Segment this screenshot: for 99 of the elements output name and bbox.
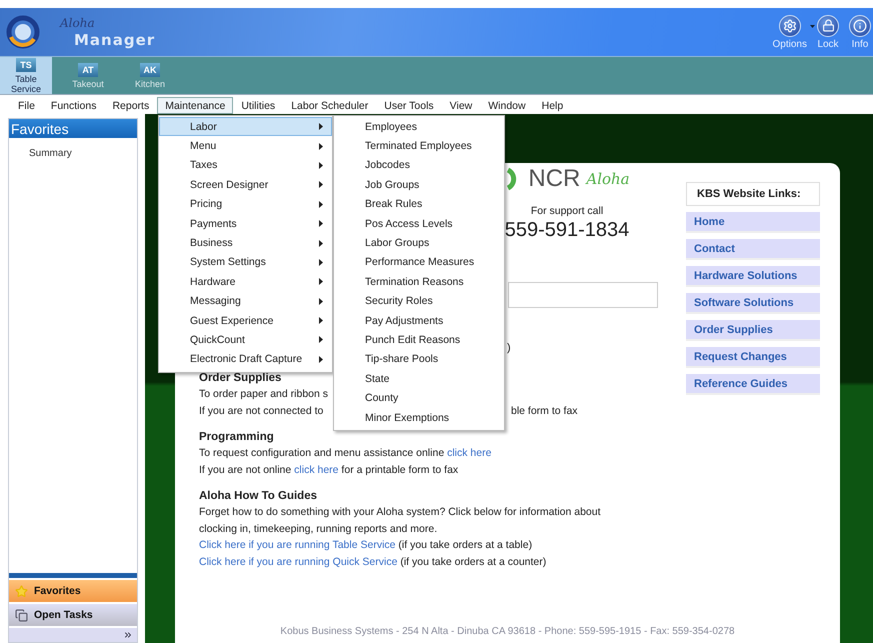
submenu-arrow-icon [319, 162, 323, 169]
quick-launch-button[interactable]: TS Table Service [0, 57, 52, 94]
dropdown-item[interactable]: Electronic Draft Capture [159, 350, 332, 370]
link[interactable]: Click here if you are running Table Service [199, 539, 396, 551]
body-text: clocking in, timekeeping, running reports and more. [199, 522, 438, 536]
submenu-arrow-icon [319, 220, 323, 228]
submenu-item[interactable]: Security Roles [334, 292, 504, 311]
submenu-arrow-icon [319, 200, 323, 208]
footer-text: Kobus Business Systems - 254 N Alta - Dinuba CA 93618 - Phone: 559-595-1915 - Fax: 559-354-0278 [279, 626, 736, 637]
menubar-entry[interactable]: File [10, 97, 43, 114]
submenu-arrow-icon [319, 258, 323, 266]
logo-script: Aloha [60, 16, 96, 28]
website-link[interactable]: Hardware Solutions [686, 266, 820, 287]
lock-icon [817, 14, 839, 36]
chevrons-right-icon[interactable] [123, 630, 133, 640]
info-icon [849, 14, 871, 36]
section-heading: Order Supplies [199, 371, 282, 386]
caret-icon [810, 24, 815, 28]
submenu-arrow-icon [319, 123, 323, 130]
dropdown-item[interactable]: QuickCount [159, 330, 332, 350]
submenu-arrow-icon [319, 181, 323, 188]
support-phone: 559-591-1834 [504, 219, 630, 242]
menubar-entry[interactable]: Reports [104, 97, 158, 114]
nav-button[interactable]: Open Tasks [9, 604, 137, 626]
submenu-arrow-icon [319, 240, 323, 247]
submenu-item[interactable]: Pay Adjustments [334, 310, 504, 330]
submenu-item[interactable]: Labor Groups [334, 233, 504, 253]
dropdown-item[interactable]: Labor [159, 117, 332, 136]
submenu-item[interactable]: Terminated Employees [334, 136, 504, 156]
dropdown-item[interactable]: Business [159, 233, 332, 253]
submenu-item[interactable]: Tip-share Pools [334, 350, 504, 370]
windows-icon [15, 608, 28, 622]
link[interactable]: click here [447, 447, 492, 459]
body-text: Click here if you are running Table Service (if you take orders at a table) [199, 538, 532, 553]
submenu-arrow-icon [319, 298, 323, 305]
dropdown-item[interactable]: Pricing [159, 194, 332, 214]
menubar-entry[interactable]: View [442, 97, 480, 114]
settings-icon [778, 14, 801, 36]
body-text: If you are not online click here for a printable form to fax [199, 462, 458, 478]
dropdown-item[interactable]: Messaging [159, 292, 332, 311]
website-link[interactable]: Order Supplies [686, 320, 820, 341]
submenu-item[interactable]: Pos Access Levels [334, 214, 504, 234]
website-link[interactable]: Reference Guides [686, 374, 820, 395]
submenu-item[interactable]: Break Rules [334, 194, 504, 214]
submenu-item[interactable]: Jobcodes [334, 156, 504, 176]
dropdown-item[interactable]: Payments [159, 214, 332, 234]
logo-icon [6, 15, 40, 49]
dropdown-item[interactable]: Menu [159, 136, 332, 156]
submenu-item[interactable]: Employees [334, 117, 504, 136]
website-link[interactable]: Home [686, 212, 820, 233]
submenu-item[interactable]: Termination Reasons [334, 272, 504, 292]
dropdown-item[interactable]: Screen Designer [159, 175, 332, 195]
sidebar-item[interactable]: Summary [29, 148, 137, 159]
menubar-entry[interactable]: Functions [42, 97, 104, 114]
body-text: If you are not connected to [199, 404, 324, 418]
dropdown-item[interactable]: Hardware [159, 272, 332, 292]
dropdown-item[interactable]: System Settings [159, 252, 332, 272]
submenu-item[interactable]: Minor Exemptions [334, 408, 504, 428]
submenu-item[interactable]: Performance Measures [334, 252, 504, 272]
submenu-item[interactable]: State [334, 369, 504, 388]
body-text: Click here if you are running Quick Service (if you take orders at a counter) [199, 554, 546, 570]
brand-name: NCR [528, 165, 580, 193]
body-text: To request configuration and menu assistance online click here [199, 446, 492, 461]
app-title: Manager [74, 32, 156, 48]
menubar-entry[interactable]: Utilities [233, 97, 284, 114]
submenu-arrow-icon [319, 278, 323, 286]
dropdown-item[interactable]: Guest Experience [159, 310, 332, 330]
menubar-entry[interactable]: User Tools [376, 97, 442, 114]
menubar-entry[interactable]: Window [480, 97, 534, 114]
submenu-arrow-icon [319, 336, 323, 344]
website-link[interactable]: Software Solutions [686, 293, 820, 314]
website-link[interactable]: Contact [686, 239, 820, 260]
submenu-arrow-icon [319, 317, 323, 324]
submenu-item[interactable]: County [334, 388, 504, 408]
link[interactable]: click here [294, 464, 339, 476]
website-link[interactable]: Request Changes [686, 347, 820, 368]
submenu-arrow-icon [319, 142, 323, 150]
star-icon [15, 584, 28, 598]
menubar-entry[interactable]: Help [534, 97, 572, 114]
body-text: ble form to fax [511, 404, 578, 418]
quick-launch-button[interactable]: AK Kitchen [124, 57, 176, 94]
section-heading: Programming [199, 430, 274, 445]
support-label: For support call [530, 205, 604, 217]
nav-button[interactable]: Favorites [9, 580, 137, 602]
submenu-arrow-icon [319, 356, 323, 363]
body-text: To order paper and ribbon s [199, 387, 328, 402]
menubar-entry[interactable]: Maintenance [157, 97, 234, 114]
body-text: Forget how to do something with your Aloha system? Click below for information about [199, 505, 601, 520]
panel-title: Favorites [9, 119, 137, 138]
dropdown-item[interactable]: Taxes [159, 156, 332, 176]
search-field[interactable] [508, 282, 658, 308]
menubar-entry[interactable]: Labor Scheduler [283, 97, 376, 114]
section-heading: Aloha How To Guides [199, 489, 317, 504]
text-fragment: ) [507, 342, 511, 354]
brand-script: Aloha [586, 170, 630, 188]
submenu-item[interactable]: Punch Edit Reasons [334, 330, 504, 350]
submenu-item[interactable]: Job Groups [334, 175, 504, 195]
link[interactable]: Click here if you are running Quick Service [199, 556, 398, 568]
links-title: KBS Website Links: [686, 182, 820, 206]
